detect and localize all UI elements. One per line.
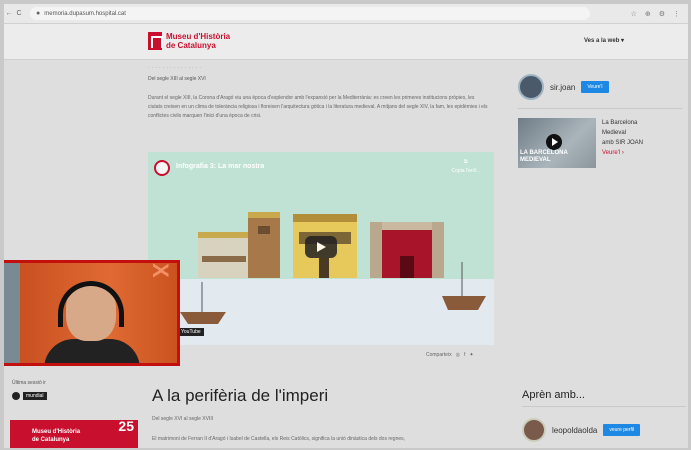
thumbnail-caption: LA BARCELONA MEDIEVAL bbox=[520, 150, 568, 163]
extension-icon[interactable]: ⊕ bbox=[645, 10, 651, 18]
section-title: A la perifèria de l'imperi bbox=[152, 386, 329, 405]
share-row: Comparteix ◎ f ✦ bbox=[426, 352, 474, 358]
webcam-wall-lettering: X bbox=[148, 263, 173, 278]
url-text: memoria.dupasum.hospital.cat bbox=[44, 10, 126, 17]
address-bar[interactable]: ● memoria.dupasum.hospital.cat bbox=[30, 7, 590, 20]
play-button-icon[interactable] bbox=[305, 236, 337, 258]
presenter-body bbox=[44, 339, 140, 363]
logo-text: Museu d'Història de Catalunya bbox=[166, 32, 230, 50]
share-label: Comparteix bbox=[426, 352, 452, 358]
screen: ← C ● memoria.dupasum.hospital.cat ☆ ⊕ ⚙… bbox=[4, 4, 688, 448]
author-avatar[interactable] bbox=[518, 74, 544, 100]
star-icon[interactable]: ☆ bbox=[631, 10, 637, 18]
video-player[interactable]: Infografia 3: La mar nostra ⧉ Copia l'enl… bbox=[148, 152, 494, 345]
card-title-line-3: amb SIR JOAN bbox=[602, 140, 644, 146]
video-thumbnail[interactable]: LA BARCELONA MEDIEVAL bbox=[518, 118, 596, 168]
ship-icon bbox=[180, 282, 226, 324]
card-title-line-1: La Barcelona bbox=[602, 120, 638, 126]
view-author-button[interactable]: Veure'l bbox=[581, 81, 609, 93]
ship-icon-2 bbox=[442, 262, 486, 310]
mini-logo-line-1: Museu d'Història bbox=[32, 429, 81, 435]
go-to-web-menu[interactable]: Ves a la web ▾ bbox=[584, 37, 624, 44]
reload-icon[interactable]: C bbox=[14, 10, 24, 17]
settings-icon[interactable]: ⚙ bbox=[659, 10, 665, 18]
mini-logo-line-2: de Catalunya bbox=[32, 437, 70, 443]
copy-link-label: Copia l'enll... bbox=[451, 168, 480, 174]
channel-avatar[interactable] bbox=[154, 160, 170, 176]
anniversary-number: 25 bbox=[118, 418, 134, 434]
twitter-icon[interactable]: ✦ bbox=[469, 352, 473, 358]
sidebar-divider bbox=[518, 108, 682, 109]
lock-icon: ● bbox=[36, 10, 41, 17]
extensions: ☆ ⊕ ⚙ ⋮ bbox=[631, 10, 688, 18]
overlay-caption: Última sessió ir bbox=[12, 380, 46, 386]
building-illustration-3 bbox=[370, 222, 444, 278]
view-profile-button[interactable]: veure perfil bbox=[603, 424, 641, 436]
section-paragraph: Durant el segle XIII, la Corona d'Aragó … bbox=[148, 95, 488, 119]
section-subtitle: Del segle XIII al segle XVI bbox=[148, 76, 206, 82]
tag-label: mundial bbox=[23, 392, 47, 400]
logo-mark-icon bbox=[148, 32, 163, 50]
copy-icon: ⧉ bbox=[463, 159, 468, 165]
card-title-line-2: Medieval bbox=[602, 130, 627, 136]
author-name[interactable]: sir.joan bbox=[550, 83, 575, 92]
video-card[interactable]: LA BARCELONA MEDIEVAL La Barcelona Medie… bbox=[518, 118, 682, 168]
back-icon[interactable]: ← bbox=[4, 10, 14, 17]
sidebar-divider-2 bbox=[522, 406, 686, 407]
webcam-panel bbox=[4, 263, 20, 363]
browser-toolbar: ← C ● memoria.dupasum.hospital.cat ☆ ⊕ ⚙… bbox=[4, 4, 688, 24]
museum-logo[interactable]: Museu d'Història de Catalunya bbox=[148, 32, 230, 50]
card-text: La Barcelona Medieval amb SIR JOAN Veure… bbox=[602, 118, 643, 168]
logo-line-1: Museu d'Història bbox=[166, 32, 231, 41]
faded-heading: ............... bbox=[148, 64, 204, 70]
card-view-link[interactable]: Veure'l › bbox=[602, 148, 643, 158]
author-2-avatar[interactable] bbox=[522, 418, 546, 442]
section-paragraph-2: El matrimoni de Ferran II d'Aragó i Isab… bbox=[152, 436, 406, 442]
facebook-icon[interactable]: f bbox=[464, 352, 465, 358]
webcam-overlay: X bbox=[4, 260, 180, 366]
article-body: ............... Del segle XIII al segle … bbox=[148, 64, 498, 121]
whatsapp-icon[interactable]: ◎ bbox=[456, 352, 460, 358]
featured-author: sir.joan Veure'l bbox=[518, 74, 609, 100]
author-2-name[interactable]: leopoldaolda bbox=[552, 426, 597, 435]
menu-icon[interactable]: ⋮ bbox=[673, 10, 680, 18]
section-subtitle-2: Del segle XVI al segle XVIII bbox=[152, 416, 214, 422]
video-title[interactable]: Infografia 3: La mar nostra bbox=[176, 163, 264, 170]
youtube-logo[interactable]: YouTube bbox=[178, 328, 204, 336]
copy-link-button[interactable]: ⧉ Copia l'enll... bbox=[452, 158, 480, 176]
author-2: leopoldaolda veure perfil bbox=[522, 418, 641, 442]
logo-line-2: de Catalunya bbox=[166, 41, 216, 50]
site-header: Museu d'Història de Catalunya Ves a la w… bbox=[4, 24, 688, 60]
tag-dot-icon bbox=[12, 392, 20, 400]
learn-with-heading: Aprèn amb... bbox=[522, 389, 585, 401]
overlay-tag: mundial bbox=[12, 392, 47, 400]
mini-museum-logo: Museu d'Història de Catalunya 25 bbox=[10, 418, 138, 448]
building-illustration-1 bbox=[198, 212, 280, 278]
play-icon[interactable] bbox=[546, 134, 562, 150]
